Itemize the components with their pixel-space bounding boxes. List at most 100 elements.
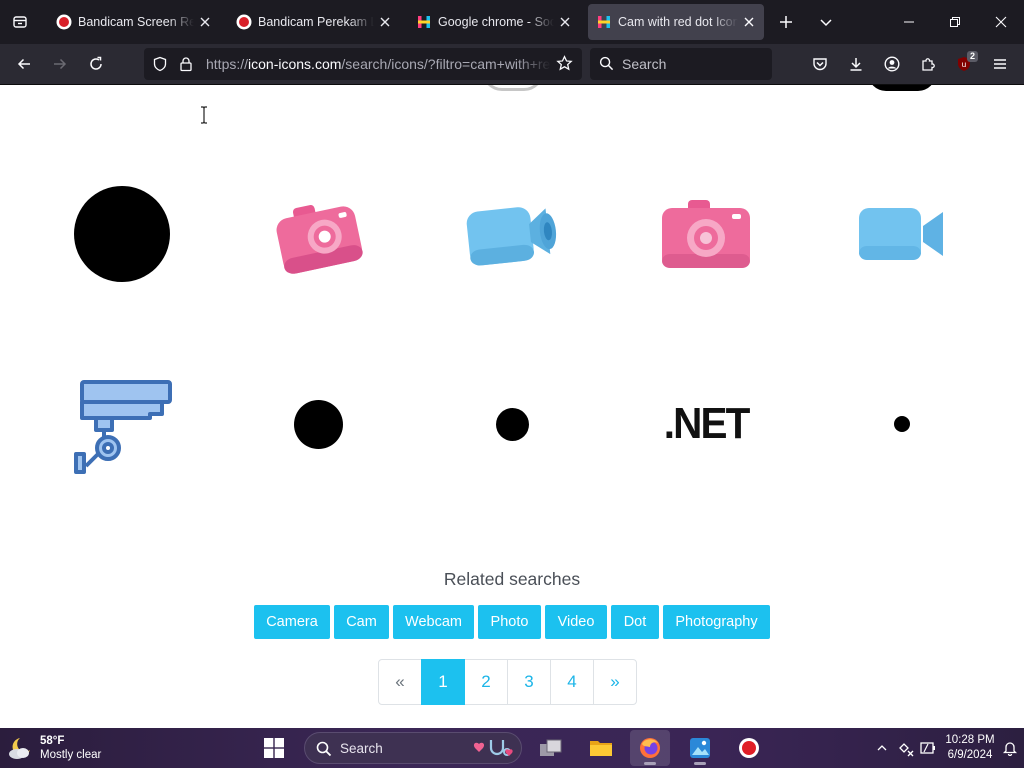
bookmark-star-icon[interactable] bbox=[556, 55, 573, 72]
pagination-page-2[interactable]: 2 bbox=[464, 659, 508, 705]
close-tab-icon[interactable] bbox=[198, 15, 212, 29]
firefox-taskbar-button[interactable] bbox=[630, 730, 670, 766]
bell-icon bbox=[1002, 742, 1018, 756]
downloads-button[interactable] bbox=[840, 48, 872, 80]
result-icon-dotnet[interactable]: .NET bbox=[646, 366, 766, 482]
volume-tray-button[interactable] bbox=[918, 738, 938, 758]
extensions-button[interactable] bbox=[912, 48, 944, 80]
list-all-tabs-button[interactable] bbox=[810, 6, 842, 38]
tab-list-button[interactable] bbox=[4, 6, 36, 38]
task-view-button[interactable] bbox=[531, 730, 571, 766]
minimize-icon bbox=[904, 21, 914, 23]
pocket-button[interactable] bbox=[804, 48, 836, 80]
pagination-page-3[interactable]: 3 bbox=[507, 659, 551, 705]
search-icon bbox=[316, 741, 332, 757]
photos-app-button[interactable] bbox=[680, 730, 720, 766]
address-bar[interactable]: https://icon-icons.com/search/icons/?fil… bbox=[144, 48, 582, 80]
related-tag-cam[interactable]: Cam bbox=[334, 605, 389, 639]
search-highlight-stethoscope-hearts-icon bbox=[473, 740, 513, 756]
pagination-page-4[interactable]: 4 bbox=[550, 659, 594, 705]
weather-temperature: 58°F bbox=[40, 735, 65, 747]
new-tab-button[interactable] bbox=[770, 6, 802, 38]
close-tab-icon[interactable] bbox=[742, 15, 756, 29]
moon-cloud-icon bbox=[9, 738, 30, 759]
close-window-button[interactable] bbox=[978, 0, 1024, 44]
back-button[interactable] bbox=[8, 48, 40, 80]
taskbar-search[interactable]: Search bbox=[304, 732, 522, 764]
svg-text:u: u bbox=[962, 60, 966, 69]
start-button[interactable] bbox=[254, 730, 294, 766]
tab-bar: Bandicam Screen Reco Bandicam Perekam La… bbox=[0, 0, 1024, 44]
bandicam-taskbar-button[interactable] bbox=[729, 730, 769, 766]
lock-icon[interactable] bbox=[178, 56, 194, 72]
related-tag-webcam[interactable]: Webcam bbox=[393, 605, 474, 639]
restore-icon bbox=[950, 17, 960, 27]
restore-button[interactable] bbox=[932, 0, 978, 44]
result-icon-blue-video-camera[interactable] bbox=[842, 176, 962, 292]
network-tray-button[interactable] bbox=[896, 738, 916, 758]
chevron-up-icon bbox=[877, 745, 887, 751]
arrow-left-icon bbox=[17, 58, 30, 70]
ublock-origin-button[interactable]: u 2 bbox=[948, 48, 980, 80]
hamburger-menu-icon bbox=[994, 59, 1006, 69]
system-clock[interactable]: 10:28 PM 6/9/2024 bbox=[940, 733, 1000, 763]
task-view-icon bbox=[540, 739, 562, 756]
clock-date: 6/9/2024 bbox=[947, 749, 993, 761]
result-icon-pink-camera[interactable] bbox=[646, 176, 766, 292]
tab-label: Google chrome - Social bbox=[438, 15, 554, 29]
partial-result-icon[interactable] bbox=[482, 85, 544, 91]
forward-button[interactable] bbox=[44, 48, 76, 80]
text-cursor-icon bbox=[201, 106, 207, 124]
pagination-next[interactable]: » bbox=[593, 659, 637, 705]
pagination-prev[interactable]: « bbox=[378, 659, 422, 705]
search-placeholder: Search bbox=[622, 56, 667, 72]
tab-bandicam-screen[interactable]: Bandicam Screen Reco bbox=[48, 4, 220, 40]
result-icon-pink-camera[interactable] bbox=[258, 176, 378, 292]
pocket-icon bbox=[813, 58, 827, 71]
result-icon-security-camera[interactable] bbox=[62, 366, 182, 482]
result-icon-black-dot-medium[interactable] bbox=[258, 366, 378, 482]
black-dot-icon bbox=[293, 399, 343, 449]
tab-google-chrome-social[interactable]: Google chrome - Social bbox=[408, 4, 580, 40]
notifications-button[interactable] bbox=[1000, 738, 1020, 758]
related-tag-dot[interactable]: Dot bbox=[611, 605, 659, 639]
menu-button[interactable] bbox=[984, 48, 1016, 80]
related-tag-camera[interactable]: Camera bbox=[254, 605, 330, 639]
battery-speaker-icon bbox=[920, 742, 935, 754]
related-tag-video[interactable]: Video bbox=[545, 605, 607, 639]
icon-icons-favicon bbox=[418, 16, 430, 28]
blue-video-camera-3d-icon bbox=[466, 207, 557, 266]
result-icon-black-circle[interactable] bbox=[62, 176, 182, 292]
url-text[interactable]: https://icon-icons.com/search/icons/?fil… bbox=[206, 56, 551, 72]
open-app-indicator bbox=[694, 762, 706, 765]
related-tag-photography[interactable]: Photography bbox=[663, 605, 770, 639]
show-hidden-icons-button[interactable] bbox=[872, 738, 892, 758]
weather-widget[interactable]: 58°F Mostly clear bbox=[6, 732, 101, 764]
photos-icon bbox=[690, 738, 710, 758]
tab-bandicam-perekam[interactable]: Bandicam Perekam Lay bbox=[228, 4, 400, 40]
search-box[interactable]: Search bbox=[590, 48, 772, 80]
file-explorer-button[interactable] bbox=[581, 730, 621, 766]
tracking-protection-shield-icon[interactable] bbox=[152, 56, 168, 72]
result-icon-black-dot-tiny[interactable] bbox=[842, 366, 962, 482]
pagination-page-1[interactable]: 1 bbox=[421, 659, 465, 705]
navigation-toolbar: https://icon-icons.com/search/icons/?fil… bbox=[0, 44, 1024, 85]
search-icon bbox=[599, 56, 614, 71]
chevron-down-icon bbox=[820, 19, 832, 27]
reload-button[interactable] bbox=[80, 48, 112, 80]
download-icon bbox=[850, 58, 862, 71]
related-tag-photo[interactable]: Photo bbox=[478, 605, 541, 639]
close-tab-icon[interactable] bbox=[558, 15, 572, 29]
partial-result-icon[interactable] bbox=[868, 85, 936, 91]
taskbar-search-label: Search bbox=[340, 741, 383, 756]
firefox-icon bbox=[640, 738, 660, 758]
reload-icon bbox=[90, 56, 102, 70]
blue-video-camera-3d-icon bbox=[859, 208, 943, 260]
result-icon-black-dot-small[interactable] bbox=[452, 366, 572, 482]
minimize-button[interactable] bbox=[886, 0, 932, 44]
result-icon-blue-video-camera[interactable] bbox=[452, 176, 572, 292]
close-tab-icon[interactable] bbox=[378, 15, 392, 29]
account-button[interactable] bbox=[876, 48, 908, 80]
black-dot-icon bbox=[495, 407, 529, 441]
tab-cam-with-red-dot[interactable]: Cam with red dot Icons bbox=[588, 4, 764, 40]
